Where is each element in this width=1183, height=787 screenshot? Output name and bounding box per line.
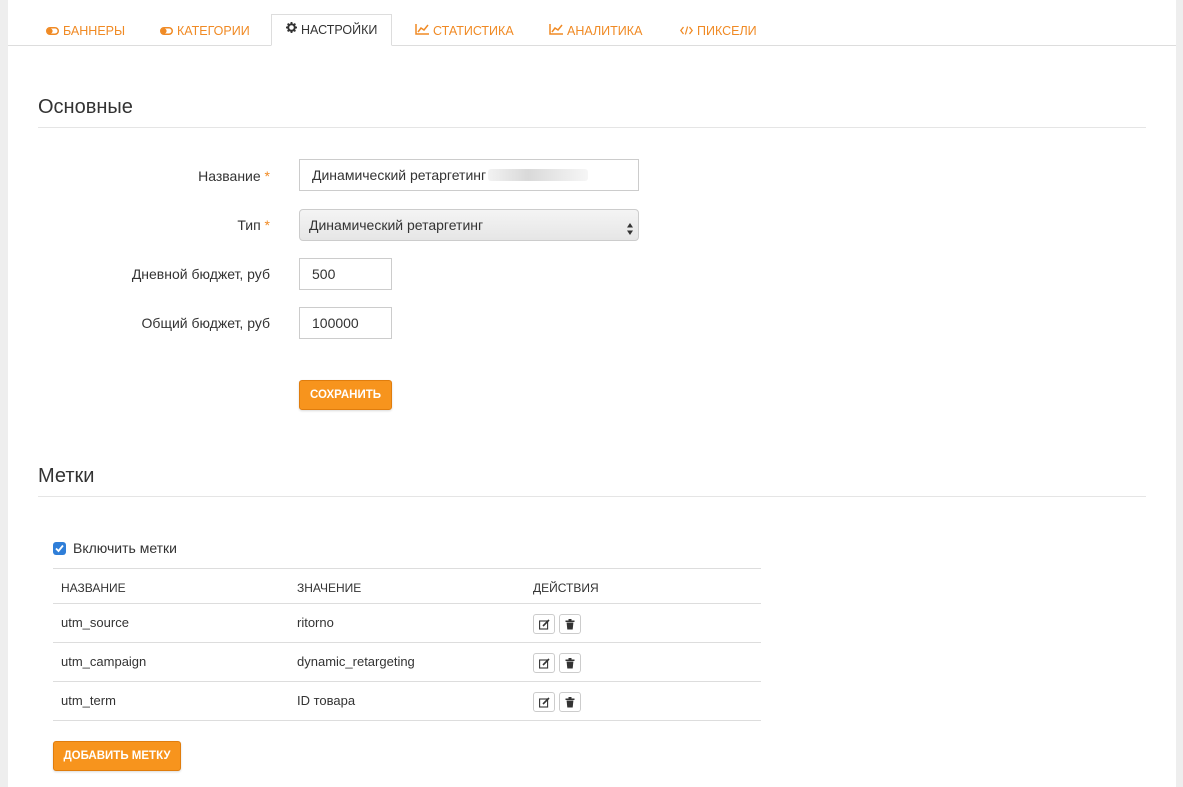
edit-icon xyxy=(539,619,550,630)
check-icon xyxy=(55,544,64,553)
name-input[interactable]: Динамический ретаргетинг xyxy=(299,159,639,191)
table-row: utm_term ID товара xyxy=(53,681,761,721)
total-budget-label: Общий бюджет, руб xyxy=(141,315,270,331)
delete-button[interactable] xyxy=(559,614,581,634)
daily-budget-label: Дневной бюджет, руб xyxy=(131,266,270,282)
section-title-labels: Метки xyxy=(38,465,1146,497)
save-button[interactable]: Сохранить xyxy=(299,380,392,410)
tab-categories[interactable]: Категории xyxy=(158,15,252,45)
trash-icon xyxy=(565,697,575,708)
tab-statistics[interactable]: Статистика xyxy=(413,15,516,45)
type-select[interactable]: Динамический ретаргетинг xyxy=(299,209,639,241)
edit-button[interactable] xyxy=(533,692,555,712)
gear-icon xyxy=(286,14,297,45)
delete-button[interactable] xyxy=(559,653,581,673)
section-title-main: Основные xyxy=(38,96,1146,128)
tab-analytics[interactable]: Аналитика xyxy=(547,15,644,45)
edit-icon xyxy=(539,697,550,708)
delete-button[interactable] xyxy=(559,692,581,712)
row-value: ritorno xyxy=(297,615,334,630)
edit-icon xyxy=(539,658,550,669)
tab-label: Пиксели xyxy=(697,24,757,38)
required-mark: * xyxy=(264,168,270,184)
row-name: utm_campaign xyxy=(61,654,147,669)
column-header-actions: Действия xyxy=(533,581,599,595)
tab-label: Статистика xyxy=(433,24,514,38)
select-arrows-icon xyxy=(626,217,634,235)
line-chart-icon xyxy=(415,15,429,47)
row-value: dynamic_retargeting xyxy=(297,654,415,669)
table-row: utm_campaign dynamic_retargeting xyxy=(53,642,761,681)
tab-pixels[interactable]: Пиксели xyxy=(678,15,759,45)
edit-button[interactable] xyxy=(533,653,555,673)
redacted-text xyxy=(488,169,589,182)
trash-icon xyxy=(565,658,575,669)
tab-banners[interactable]: Баннеры xyxy=(44,15,127,45)
tab-label: Аналитика xyxy=(567,24,643,38)
tab-label: Настройки xyxy=(301,23,378,37)
total-budget-input[interactable]: 100000 xyxy=(299,307,392,339)
toggle-icon xyxy=(46,15,59,47)
trash-icon xyxy=(565,619,575,630)
enable-labels-checkbox[interactable] xyxy=(53,542,66,555)
row-name: utm_term xyxy=(61,693,116,708)
add-label-button[interactable]: Добавить метку xyxy=(53,741,181,771)
row-value: ID товара xyxy=(297,693,356,708)
toggle-icon xyxy=(160,15,173,47)
column-header-value: Значение xyxy=(297,581,362,595)
labels-table: Название Значение Действия utm_source ri… xyxy=(53,568,761,721)
column-header-name: Название xyxy=(61,581,126,595)
required-mark: * xyxy=(264,217,270,233)
name-label: Название * xyxy=(198,168,270,184)
table-row: utm_source ritorno xyxy=(53,603,761,642)
content-panel: Баннеры Категории Настройки Статистика А… xyxy=(8,0,1176,787)
type-label: Тип * xyxy=(237,217,270,233)
tab-bar: Баннеры Категории Настройки Статистика А… xyxy=(8,14,1176,46)
row-name: utm_source xyxy=(61,615,129,630)
daily-budget-input[interactable]: 500 xyxy=(299,258,392,290)
edit-button[interactable] xyxy=(533,614,555,634)
code-icon xyxy=(679,15,694,47)
tab-settings[interactable]: Настройки xyxy=(271,14,393,46)
table-header: Название Значение Действия xyxy=(53,568,761,603)
area-chart-icon xyxy=(549,15,563,47)
enable-labels-text: Включить метки xyxy=(73,540,177,556)
tab-label: Баннеры xyxy=(63,24,126,38)
tab-label: Категории xyxy=(177,24,250,38)
